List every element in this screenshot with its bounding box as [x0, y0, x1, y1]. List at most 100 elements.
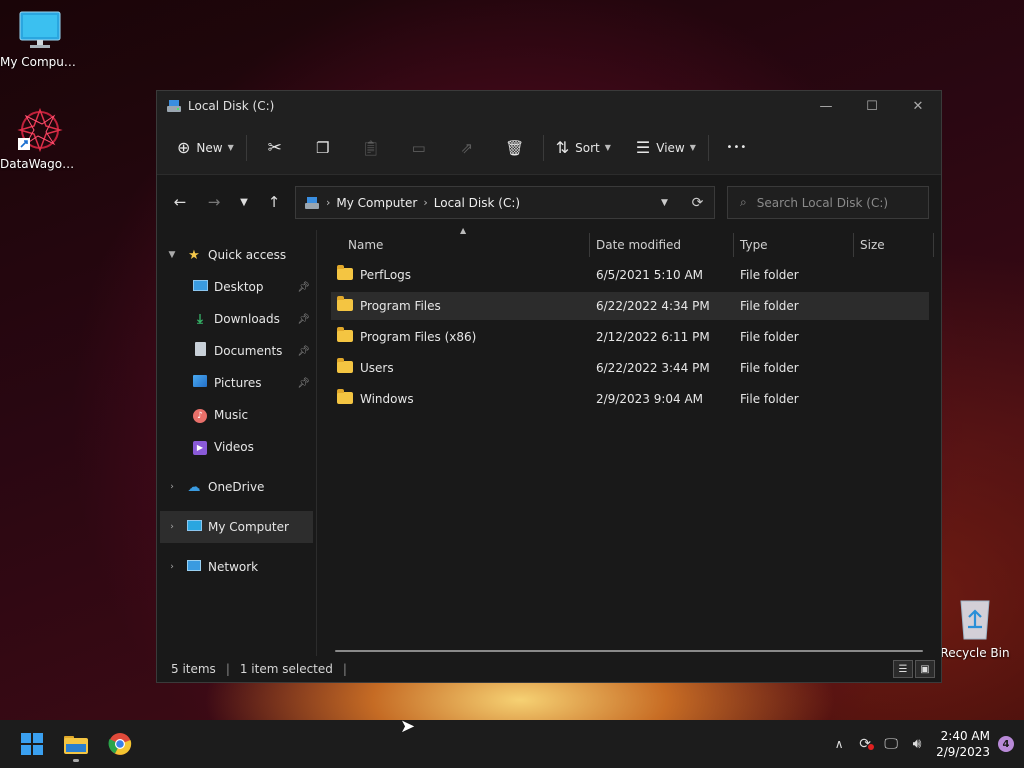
chevron-down-icon[interactable]: ▼: [160, 250, 184, 260]
nav-label: Desktop: [214, 280, 264, 294]
nav-desktop[interactable]: Desktop 📌︎: [157, 271, 316, 303]
table-row[interactable]: Program Files 6/22/2022 4:34 PM File fol…: [331, 292, 929, 320]
window-title: Local Disk (C:): [188, 99, 275, 113]
taskbar-chrome[interactable]: [98, 724, 142, 764]
close-button[interactable]: ✕: [895, 91, 941, 121]
file-explorer-icon: [64, 736, 88, 754]
breadcrumb-local-disk[interactable]: Local Disk (C:): [434, 196, 520, 210]
notification-badge[interactable]: 4: [998, 736, 1014, 752]
chevron-down-icon: ▼: [689, 143, 696, 152]
network-status-icon[interactable]: 🖵︎: [878, 736, 904, 752]
column-label: Name: [348, 238, 384, 252]
forward-button[interactable]: →: [199, 187, 229, 217]
item-count: 5 items: [171, 662, 216, 676]
recent-locations-button[interactable]: ▼: [229, 187, 259, 217]
sync-icon[interactable]: ⟳: [852, 736, 878, 752]
nav-label: Quick access: [208, 248, 287, 262]
delete-button[interactable]: 🗑︎: [491, 131, 539, 165]
nav-music[interactable]: ♪ Music: [157, 399, 316, 431]
sort-button[interactable]: ⇅ Sort ▼: [548, 131, 619, 165]
search-icon: ⌕: [740, 195, 747, 209]
divider: [542, 134, 544, 161]
large-icons-view-button[interactable]: ▣: [915, 660, 935, 678]
table-row[interactable]: Users 6/22/2022 3:44 PM File folder: [331, 354, 929, 382]
horizontal-scrollbar[interactable]: [335, 650, 923, 652]
volume-icon[interactable]: 🔊︎: [904, 736, 930, 752]
view-button[interactable]: ☰ View ▼: [628, 131, 704, 165]
taskbar: ∧ ⟳ 🖵︎ 🔊︎ 2:40 AM 2/9/2023 4: [0, 720, 1024, 768]
desktop-icon-recycle-bin[interactable]: Recycle Bin: [935, 597, 1015, 660]
start-button[interactable]: [10, 724, 54, 764]
copy-button[interactable]: ❐: [299, 131, 347, 165]
minimize-button[interactable]: —: [803, 91, 849, 121]
pictures-icon: [190, 375, 210, 391]
column-header-date-modified[interactable]: Date modified: [590, 233, 734, 257]
cut-button[interactable]: ✂: [251, 131, 299, 165]
date-modified: 6/22/2022 3:44 PM: [596, 361, 710, 375]
pin-icon: 📌︎: [297, 377, 310, 389]
list-view-icon: ☰: [635, 138, 651, 157]
sort-button-label: Sort: [575, 140, 600, 155]
status-bar: 5 items | 1 item selected | ☰ ▣: [157, 656, 941, 682]
arrow-up-icon: ↑: [267, 193, 281, 211]
file-name: Program Files (x86): [360, 330, 477, 344]
back-button[interactable]: ←: [165, 187, 195, 217]
address-bar[interactable]: › My Computer › Local Disk (C:) ▼ ⟳: [295, 186, 715, 219]
large-icons-view-icon: ▣: [920, 663, 930, 675]
view-toggle: ☰ ▣: [893, 660, 935, 678]
nav-pictures[interactable]: Pictures 📌︎: [157, 367, 316, 399]
desktop-icon-my-computer[interactable]: My Computer: [0, 10, 80, 69]
nav-label: Network: [208, 560, 259, 574]
chevron-right-icon[interactable]: ›: [160, 482, 184, 492]
chrome-icon: [108, 733, 132, 755]
desktop-icon-datawagon[interactable]: DataWagon...: [0, 106, 80, 171]
network-icon: [184, 559, 204, 575]
divider: [707, 134, 709, 161]
nav-my-computer[interactable]: › My Computer: [160, 511, 313, 543]
chevron-up-icon[interactable]: ∧: [826, 737, 852, 751]
column-header-type[interactable]: Type: [734, 233, 854, 257]
document-icon: [190, 342, 210, 360]
table-row[interactable]: Windows 2/9/2023 9:04 AM File folder: [331, 385, 929, 413]
nav-videos[interactable]: ▶ Videos: [157, 431, 316, 463]
cloud-icon: ☁: [187, 479, 201, 495]
nav-label: Documents: [214, 344, 283, 358]
refresh-icon[interactable]: ⟳: [681, 195, 714, 211]
rename-button[interactable]: ▭: [395, 131, 443, 165]
chevron-right-icon[interactable]: ›: [160, 522, 184, 532]
chevron-down-icon: ▼: [240, 196, 248, 208]
chevron-right-icon[interactable]: ›: [160, 562, 184, 572]
new-button[interactable]: ⊕ New ▼: [169, 131, 242, 165]
nav-label: OneDrive: [208, 480, 265, 494]
maximize-button[interactable]: ☐: [849, 91, 895, 121]
search-box[interactable]: ⌕ Search Local Disk (C:): [727, 186, 929, 219]
column-header-name[interactable]: Name: [342, 233, 590, 257]
details-view-button[interactable]: ☰: [893, 660, 913, 678]
nav-onedrive[interactable]: › ☁ OneDrive: [157, 471, 316, 503]
paste-button[interactable]: 📋︎: [347, 131, 395, 165]
command-bar: ⊕ New ▼ ✂ ❐ 📋︎ ▭ ⇗ 🗑︎ ⇅ Sort ▼ ☰ View ▼ …: [157, 121, 941, 175]
share-button[interactable]: ⇗: [443, 131, 491, 165]
nav-documents[interactable]: Documents 📌︎: [157, 335, 316, 367]
date-modified: 2/12/2022 6:11 PM: [596, 330, 710, 344]
taskbar-file-explorer[interactable]: [54, 724, 98, 764]
nav-downloads[interactable]: ⤓ Downloads 📌︎: [157, 303, 316, 335]
file-name-cell: Program Files: [337, 296, 441, 313]
nav-label: Pictures: [214, 376, 262, 390]
clock[interactable]: 2:40 AM 2/9/2023: [936, 728, 990, 760]
file-type: File folder: [740, 361, 799, 375]
nav-quick-access[interactable]: ▼ ★ Quick access: [157, 239, 316, 271]
up-button[interactable]: ↑: [259, 187, 289, 217]
arrow-right-icon: →: [207, 193, 221, 211]
nav-network[interactable]: › Network: [157, 551, 316, 583]
address-history-chevron-icon[interactable]: ▼: [648, 198, 681, 208]
title-bar[interactable]: Local Disk (C:) — ☐ ✕: [157, 91, 941, 121]
column-header-size[interactable]: Size: [854, 233, 934, 257]
copy-icon: ❐: [316, 138, 330, 157]
table-row[interactable]: Program Files (x86) 2/12/2022 6:11 PM Fi…: [331, 323, 929, 351]
navigation-pane: ▼ ★ Quick access Desktop 📌︎ ⤓ Downloads …: [157, 230, 317, 656]
pin-icon: 📌︎: [297, 281, 310, 293]
see-more-button[interactable]: •••: [713, 131, 761, 165]
breadcrumb-my-computer[interactable]: My Computer: [336, 196, 417, 210]
table-row[interactable]: PerfLogs 6/5/2021 5:10 AM File folder: [331, 261, 929, 289]
